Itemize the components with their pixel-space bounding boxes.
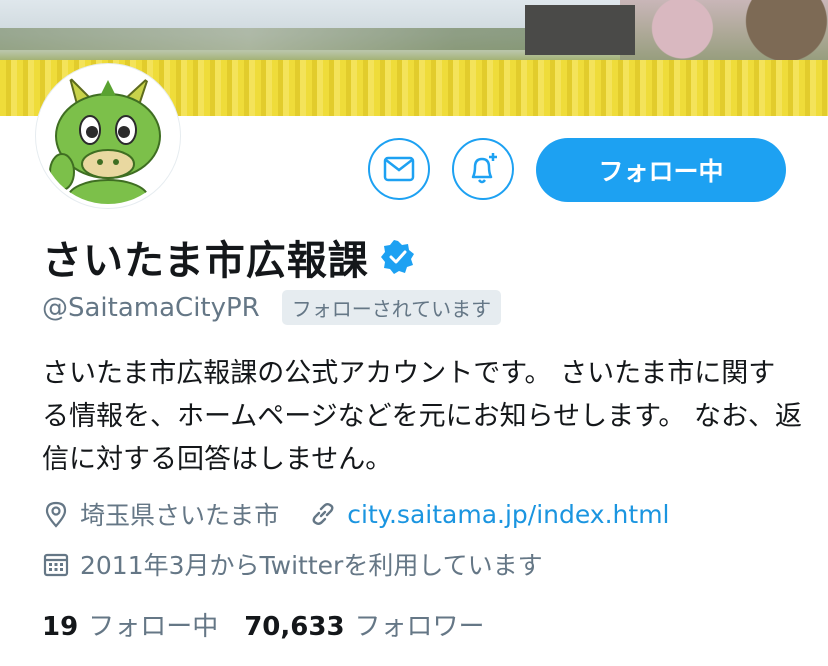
mail-icon <box>383 156 415 182</box>
follow-stats: 19 フォロー中 70,633 フォロワー <box>42 606 485 643</box>
calendar-icon <box>43 553 69 577</box>
link-icon <box>312 503 334 525</box>
joined-text: 2011年3月からTwitterを利用しています <box>80 551 543 580</box>
profile-bio: さいたま市広報課の公式アカウントです。 さいたま市に関する情報を、ホームページな… <box>42 358 802 475</box>
bell-plus-icon <box>471 153 497 184</box>
display-name: さいたま市広報課 <box>42 238 369 284</box>
handle-row: @SaitamaCityPR フォローされています <box>42 290 502 325</box>
message-button[interactable] <box>368 138 430 200</box>
followers-stat[interactable]: 70,633 フォロワー <box>244 606 484 643</box>
banner-building <box>525 5 635 55</box>
following-count: 19 <box>42 612 79 642</box>
following-label: フォロー中 <box>88 612 219 642</box>
notifications-button[interactable] <box>452 138 514 200</box>
following-button[interactable]: フォロー中 <box>536 138 786 202</box>
joined-row: 2011年3月からTwitterを利用しています <box>42 546 543 582</box>
website-link[interactable]: city.saitama.jp/index.html <box>347 500 669 529</box>
mascot-avatar-image <box>40 68 176 204</box>
followers-count: 70,633 <box>244 612 345 642</box>
location-text: 埼玉県さいたま市 <box>80 501 280 530</box>
following-stat[interactable]: 19 フォロー中 <box>42 606 218 643</box>
location-pin-icon <box>45 501 67 528</box>
verified-badge-icon <box>380 240 414 274</box>
handle: @SaitamaCityPR <box>42 292 260 323</box>
followers-label: フォロワー <box>354 612 485 642</box>
location-and-website-row: 埼玉県さいたま市 city.saitama.jp/index.html <box>42 496 670 532</box>
follows-you-badge: フォローされています <box>281 290 502 325</box>
name-row: さいたま市広報課 <box>42 228 415 286</box>
avatar[interactable] <box>36 64 180 208</box>
